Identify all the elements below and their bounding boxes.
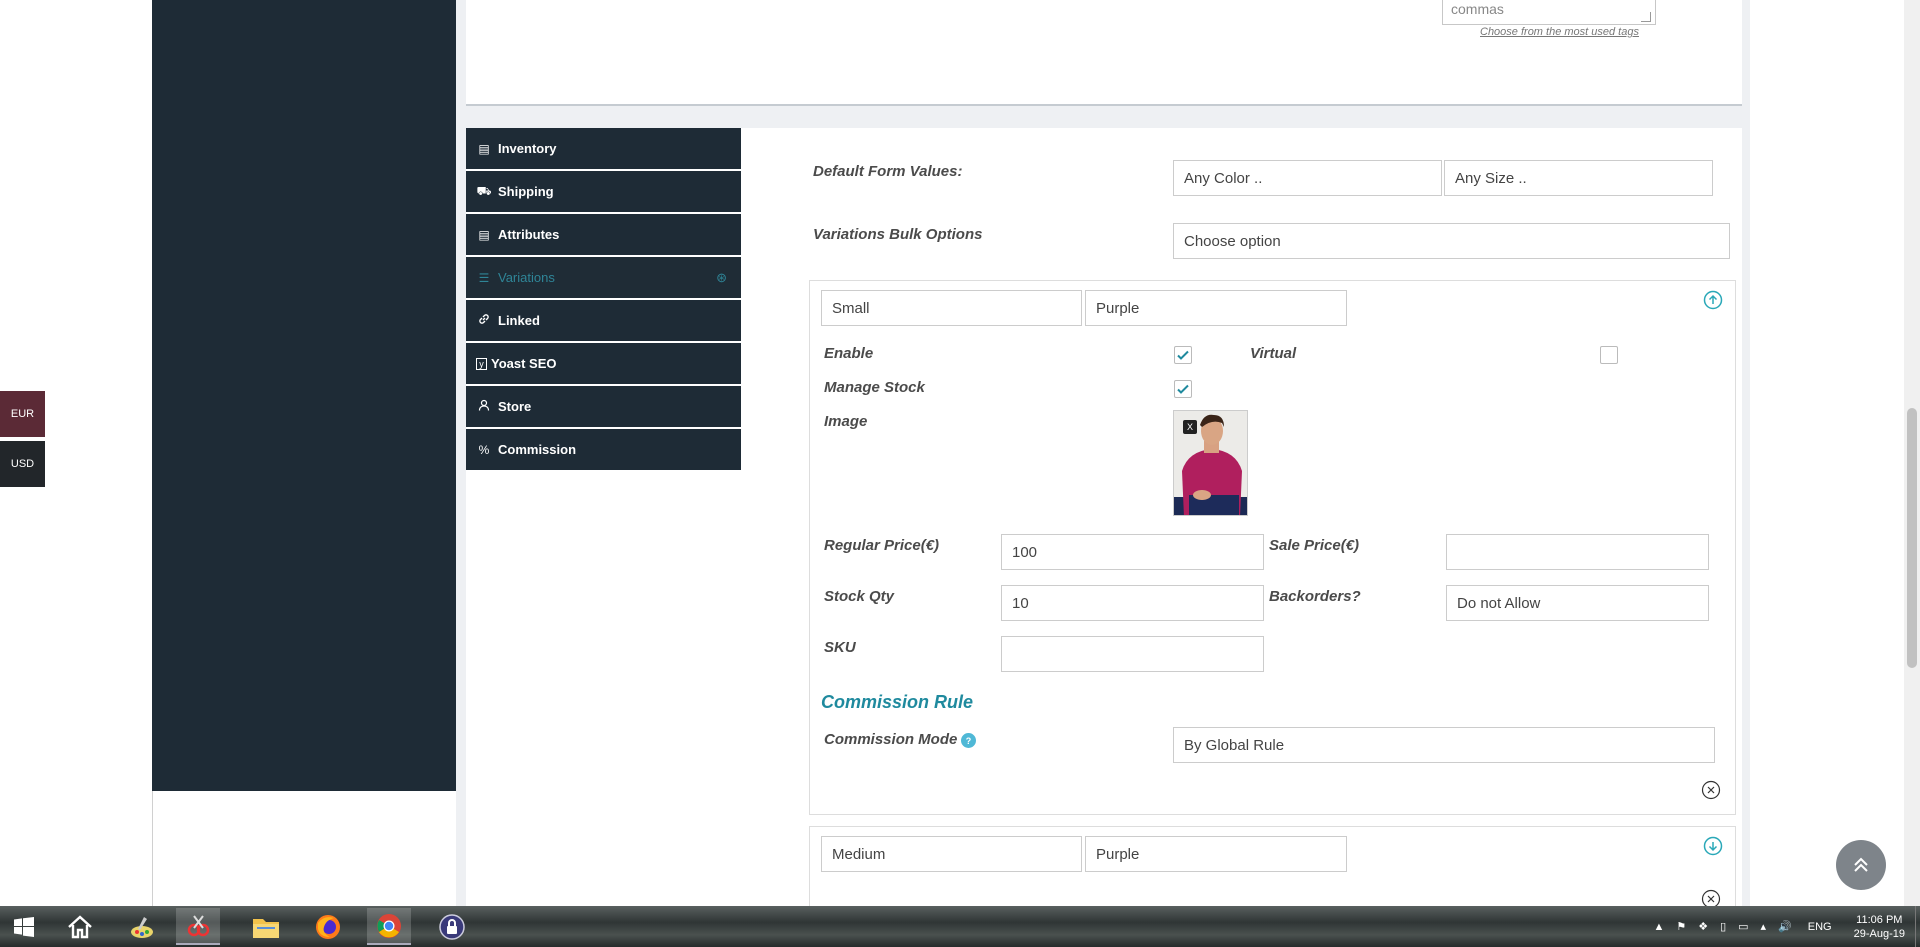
manage-stock-checkbox[interactable] bbox=[1174, 380, 1192, 398]
phone-icon[interactable]: ▯ bbox=[1720, 920, 1726, 933]
paint-app-icon[interactable] bbox=[120, 908, 164, 945]
tab-label: Shipping bbox=[498, 184, 554, 199]
windows-start-icon[interactable] bbox=[2, 908, 46, 945]
tab-label: Linked bbox=[498, 313, 540, 328]
list-ul-icon: ☰ bbox=[478, 270, 490, 285]
scroll-to-top-button[interactable] bbox=[1836, 840, 1886, 890]
variations-bulk-options-label: Variations Bulk Options bbox=[813, 226, 983, 243]
tab-shipping[interactable]: ⛟ Shipping bbox=[466, 171, 741, 213]
wifi-icon[interactable]: ▴ bbox=[1761, 920, 1767, 933]
virtual-checkbox[interactable] bbox=[1600, 346, 1618, 364]
language-indicator[interactable]: ENG bbox=[1808, 921, 1832, 933]
left-dark-column bbox=[152, 0, 456, 791]
clock-time: 11:06 PM bbox=[1856, 913, 1903, 926]
tab-label: Commission bbox=[498, 442, 577, 457]
clock-date: 29-Aug-19 bbox=[1853, 927, 1905, 940]
clock[interactable]: 11:06 PM 29-Aug-19 bbox=[1854, 913, 1905, 941]
tab-yoast-seo[interactable]: y Yoast SEO bbox=[466, 343, 741, 385]
dropbox-icon[interactable]: ❖ bbox=[1698, 920, 1708, 933]
tab-inventory[interactable]: ▤ Inventory bbox=[466, 128, 741, 170]
sku-input[interactable] bbox=[1001, 636, 1264, 672]
tags-textarea[interactable]: commas bbox=[1442, 0, 1656, 25]
variation-size-select[interactable]: Small bbox=[821, 290, 1082, 326]
sku-label: SKU bbox=[824, 639, 856, 656]
currency-eur-button[interactable]: EUR bbox=[0, 391, 45, 437]
tab-label: Inventory bbox=[498, 141, 557, 156]
stock-qty-label: Stock Qty bbox=[824, 588, 895, 605]
file-explorer-icon[interactable] bbox=[244, 908, 288, 945]
remove-variation-icon[interactable] bbox=[1701, 780, 1721, 800]
flag-icon[interactable]: ⚑ bbox=[1676, 920, 1686, 933]
sale-price-input[interactable] bbox=[1446, 534, 1709, 570]
double-chevron-up-icon bbox=[1854, 857, 1868, 872]
tab-label: Attributes bbox=[498, 227, 560, 242]
variation-2-size-select[interactable]: Medium bbox=[821, 836, 1082, 872]
commission-rule-heading: Commission Rule bbox=[821, 692, 974, 712]
enable-checkbox[interactable] bbox=[1174, 346, 1192, 364]
commission-mode-select[interactable]: By Global Rule bbox=[1173, 727, 1715, 763]
virtual-label: Virtual bbox=[1250, 345, 1297, 362]
tab-label: Variations bbox=[498, 270, 555, 285]
display-icon[interactable]: ▭ bbox=[1738, 920, 1748, 933]
regular-price-input[interactable]: 100 bbox=[1001, 534, 1264, 570]
percent-icon: % bbox=[478, 442, 490, 457]
default-size-select[interactable]: Any Size .. bbox=[1444, 160, 1713, 196]
home-icon[interactable] bbox=[58, 908, 102, 945]
tab-store[interactable]: Store bbox=[466, 386, 741, 428]
show-hidden-icons-icon[interactable]: ▲ bbox=[1653, 921, 1664, 933]
variation-2-color-select[interactable]: Purple bbox=[1085, 836, 1347, 872]
database-icon: ▤ bbox=[478, 141, 490, 156]
chrome-icon[interactable] bbox=[367, 908, 411, 945]
show-desktop-strip[interactable] bbox=[1915, 906, 1920, 947]
bulk-options-select[interactable]: Choose option bbox=[1173, 223, 1730, 259]
volume-icon[interactable]: 🔊 bbox=[1778, 920, 1792, 933]
image-label: Image bbox=[824, 413, 868, 430]
sale-price-label: Sale Price(€) bbox=[1269, 537, 1360, 554]
manage-stock-label: Manage Stock bbox=[824, 379, 925, 396]
regular-price-label: Regular Price(€) bbox=[824, 537, 940, 554]
stock-qty-input[interactable]: 10 bbox=[1001, 585, 1264, 621]
tab-variations[interactable]: ☰ Variations ⊛ bbox=[466, 257, 741, 299]
textarea-resize-handle[interactable] bbox=[1641, 12, 1651, 22]
tab-label: Store bbox=[498, 399, 532, 414]
commission-mode-label: Commission Mode bbox=[824, 731, 958, 748]
most-used-tags-link[interactable]: Choose from the most used tags bbox=[1480, 26, 1639, 38]
variation-color-select[interactable]: Purple bbox=[1085, 290, 1347, 326]
help-tooltip-icon[interactable]: ? bbox=[961, 733, 976, 748]
enable-label: Enable bbox=[824, 345, 874, 362]
scrollbar-thumb[interactable] bbox=[1907, 408, 1917, 668]
system-tray: ▲ ⚑ ❖ ▯ ▭ ▴ 🔊 ENG 11:06 PM 29-Aug-19 bbox=[1647, 906, 1920, 947]
user-icon bbox=[476, 399, 492, 414]
firefox-icon[interactable] bbox=[306, 908, 350, 945]
remove-image-button[interactable]: X bbox=[1183, 420, 1197, 434]
left-column-border bbox=[152, 791, 153, 906]
expand-variation-icon[interactable] bbox=[1703, 836, 1723, 856]
collapse-variation-icon[interactable] bbox=[1703, 290, 1723, 310]
windows-taskbar bbox=[0, 906, 1920, 947]
default-color-select[interactable]: Any Color .. bbox=[1173, 160, 1442, 196]
backorders-select[interactable]: Do not Allow bbox=[1446, 585, 1709, 621]
link-icon bbox=[476, 313, 492, 328]
settings-circle-icon: ⊛ bbox=[716, 269, 727, 285]
tab-commission[interactable]: % Commission bbox=[466, 429, 741, 471]
snipping-tool-icon[interactable] bbox=[176, 908, 220, 945]
default-form-values-label: Default Form Values: bbox=[813, 163, 963, 180]
tab-linked[interactable]: Linked bbox=[466, 300, 741, 342]
currency-usd-button[interactable]: USD bbox=[0, 441, 45, 487]
list-icon: ▤ bbox=[478, 227, 490, 242]
yoast-icon: y bbox=[476, 357, 487, 370]
truck-icon: ⛟ bbox=[476, 183, 492, 198]
vpn-lock-icon[interactable] bbox=[430, 908, 474, 945]
backorders-label: Backorders? bbox=[1269, 588, 1361, 605]
tab-label: Yoast SEO bbox=[491, 356, 557, 371]
tab-attributes[interactable]: ▤ Attributes bbox=[466, 214, 741, 256]
